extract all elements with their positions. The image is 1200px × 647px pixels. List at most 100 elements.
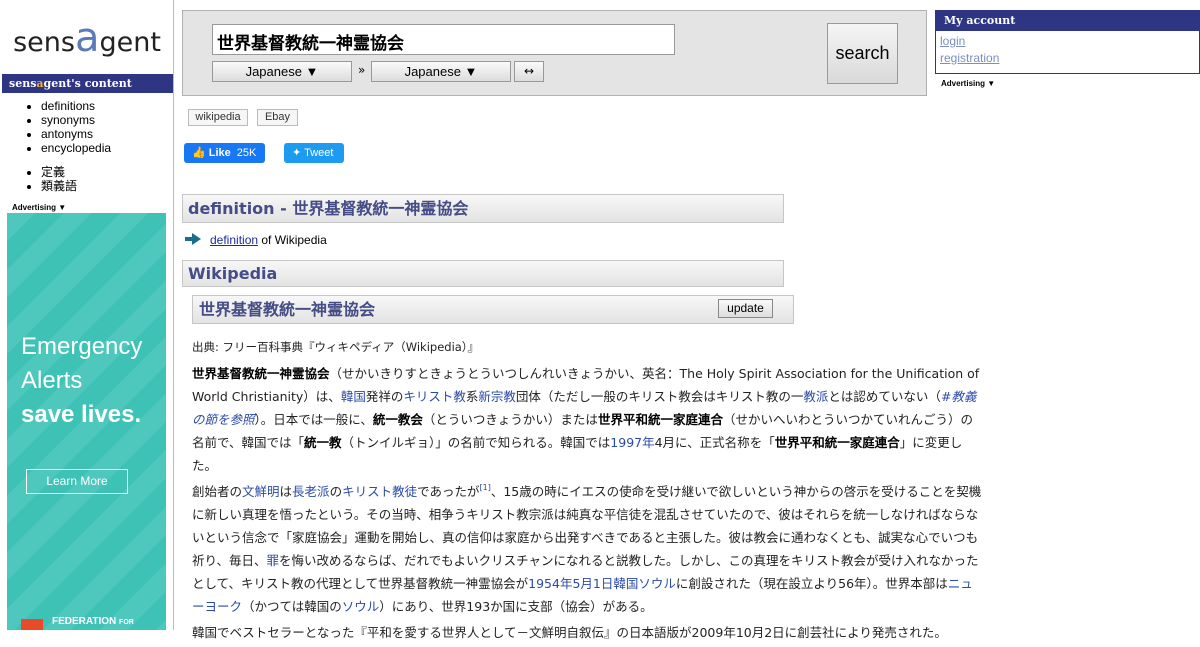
article-text: （トンイルギョ）」の名前で知られる。韓国では [341,435,611,450]
logo-prefix: sens [13,27,75,58]
article-text: （かつては韓国の [242,599,342,614]
article-text: 団体（ただし一般のキリスト教会はキリスト教の一 [515,389,804,404]
update-button[interactable]: update [718,299,773,318]
article-link[interactable]: 1997年 [610,435,654,450]
nav-label[interactable]: 定義 [41,165,65,179]
advertising-label[interactable]: Advertising ▼ [12,203,66,212]
ad-headline-1: Emergency [21,333,143,360]
article-link[interactable]: 韓国 [341,389,366,404]
article-body: 出典: フリー百科事典『ウィキペディア（Wikipedia）』 世界基督教統一神… [192,336,982,647]
nav-label[interactable]: 類義語 [41,179,77,193]
article-paragraph-1: 世界基督教統一神霊協会（せかいきりすときょうとういつしんれいきょうかい、英名：T… [192,362,982,477]
like-count: 25K [236,147,257,159]
login-link[interactable]: login [940,34,965,48]
site-logo[interactable]: sensagent [0,0,174,72]
wikipedia-heading: Wikipedia [182,260,784,287]
account-title: My account [936,11,1200,31]
definition-source-text: of Wikipedia [258,233,327,247]
ad-learn-more-button[interactable]: Learn More [26,469,128,494]
article-link[interactable]: ソウル [342,599,380,614]
nav-label[interactable]: encyclopedia [41,141,111,155]
logo-suffix: gent [99,27,161,58]
article-text: は [279,484,293,499]
facebook-like-button[interactable]: 👍 Like 25K [184,143,265,163]
ad-logo-icon [21,619,43,630]
article-link[interactable]: 1954年 [528,576,572,591]
nav-list-english: definitions synonyms antonyms encycloped… [41,99,111,155]
bold-term: 統一教会 [372,412,423,427]
ad-headline-3: save lives. [21,401,142,428]
article-link[interactable]: 新宗教 [478,389,516,404]
bold-term: 世界基督教統一神霊協会 [192,366,330,381]
tweet-button[interactable]: ✦ Tweet [284,143,344,163]
article-text: 4月に、正式名称を「 [654,435,775,450]
logo-a: a [74,15,100,61]
nav-item-definitions[interactable]: definitions [41,99,111,113]
nav-item-teigi[interactable]: 定義 [41,165,77,179]
article-link[interactable]: キリスト教徒 [342,484,417,499]
target-language-select[interactable]: Japanese ▼ [371,61,511,82]
article-link[interactable]: 長老派 [292,484,330,499]
header-suffix: gent's content [43,77,132,90]
bold-term: 統一教 [304,435,342,450]
nav-item-ruigigo[interactable]: 類義語 [41,179,77,193]
nav-item-antonyms[interactable]: antonyms [41,127,111,141]
advertising-label-right[interactable]: Advertising ▼ [941,79,995,88]
article-link[interactable]: 教派 [803,389,828,404]
article-link[interactable]: 罪 [267,553,280,568]
ad-sponsor-name: FEDERATION [52,616,117,627]
like-label: Like [208,147,231,159]
article-link[interactable]: ソウル [638,576,676,591]
article-link[interactable]: キリスト教 [403,389,466,404]
thumbs-up-icon: 👍 [192,147,206,159]
search-panel: 世界基督教統一神霊協会 Japanese ▼ » Japanese ▼ ↔ se… [182,10,927,96]
source-language-select[interactable]: Japanese ▼ [212,61,352,82]
article-text: ）にあり、世界193か国に支部（協会）がある。 [379,599,653,614]
article-link[interactable]: 韓国 [613,576,638,591]
ad-sponsor: FEDERATION FOR [52,616,134,627]
bold-term: 世界平和統一家庭連合 [597,412,723,427]
citation-link[interactable]: [1] [479,483,490,492]
article-paragraph-2: 創始者の文鮮明は長老派のキリスト教徒であったが[1]、15歳の時にイエスの使命を… [192,480,982,618]
search-input[interactable]: 世界基督教統一神霊協会 [212,24,675,55]
header-a: a [36,77,44,90]
registration-link[interactable]: registration [940,51,999,65]
nav-list-japanese: 定義 類義語 [41,165,77,193]
article-text: 系 [465,389,479,404]
nav-item-synonyms[interactable]: synonyms [41,113,111,127]
nav-label[interactable]: antonyms [41,127,93,141]
article-source: 出典: フリー百科事典『ウィキペディア（Wikipedia）』 [192,340,480,354]
article-text: 創始者の [192,484,243,499]
article-text: に創設された（現在設立より56年）。世界本部は [675,576,948,591]
advertisement-banner[interactable]: Emergency Alerts save lives. Learn More … [7,213,166,630]
article-text: の [329,484,343,499]
tag-ebay[interactable]: Ebay [257,109,298,126]
article-text: ）。日本では一般に、 [254,412,373,427]
article-link[interactable]: 文鮮明 [242,484,280,499]
left-sidebar: sensagent sensagent's content definition… [0,0,174,630]
term-heading: 世界基督教統一神霊協会 [192,295,794,324]
nav-label[interactable]: definitions [41,99,95,113]
language-separator: » [358,63,366,77]
bold-term: 世界平和統一家庭連合 [774,435,900,450]
article-text: とは認めていない（ [828,389,941,404]
ad-sponsor-small: FOR [119,619,134,626]
definition-row: definition of Wikipedia [185,233,327,247]
nav-item-encyclopedia[interactable]: encyclopedia [41,141,111,155]
nav-label[interactable]: synonyms [41,113,95,127]
account-box: My account login registration [935,10,1200,74]
article-text: であったが [417,484,480,499]
ad-headline-2: Alerts [21,367,83,394]
article-text: （とういつきょうかい）または [422,412,598,427]
search-button[interactable]: search [827,23,898,84]
article-link[interactable]: 5月1日 [572,576,613,591]
content-header: sensagent's content [2,74,173,93]
swap-languages-button[interactable]: ↔ [514,61,544,82]
article-text: 発祥の [365,389,404,404]
arrow-right-icon [185,233,201,245]
article-paragraph-3: 韓国でベストセラーとなった『平和を愛する世界人として－文鮮明自叙伝』の日本語版が… [192,621,982,644]
article-text: 韓国でベストセラーとなった『平和を愛する世界人として－文鮮明自叙伝』の日本語版が… [192,625,947,640]
twitter-bird-icon: ✦ [292,147,302,159]
tag-wikipedia[interactable]: wikipedia [188,109,248,126]
definition-link[interactable]: definition [210,233,258,247]
